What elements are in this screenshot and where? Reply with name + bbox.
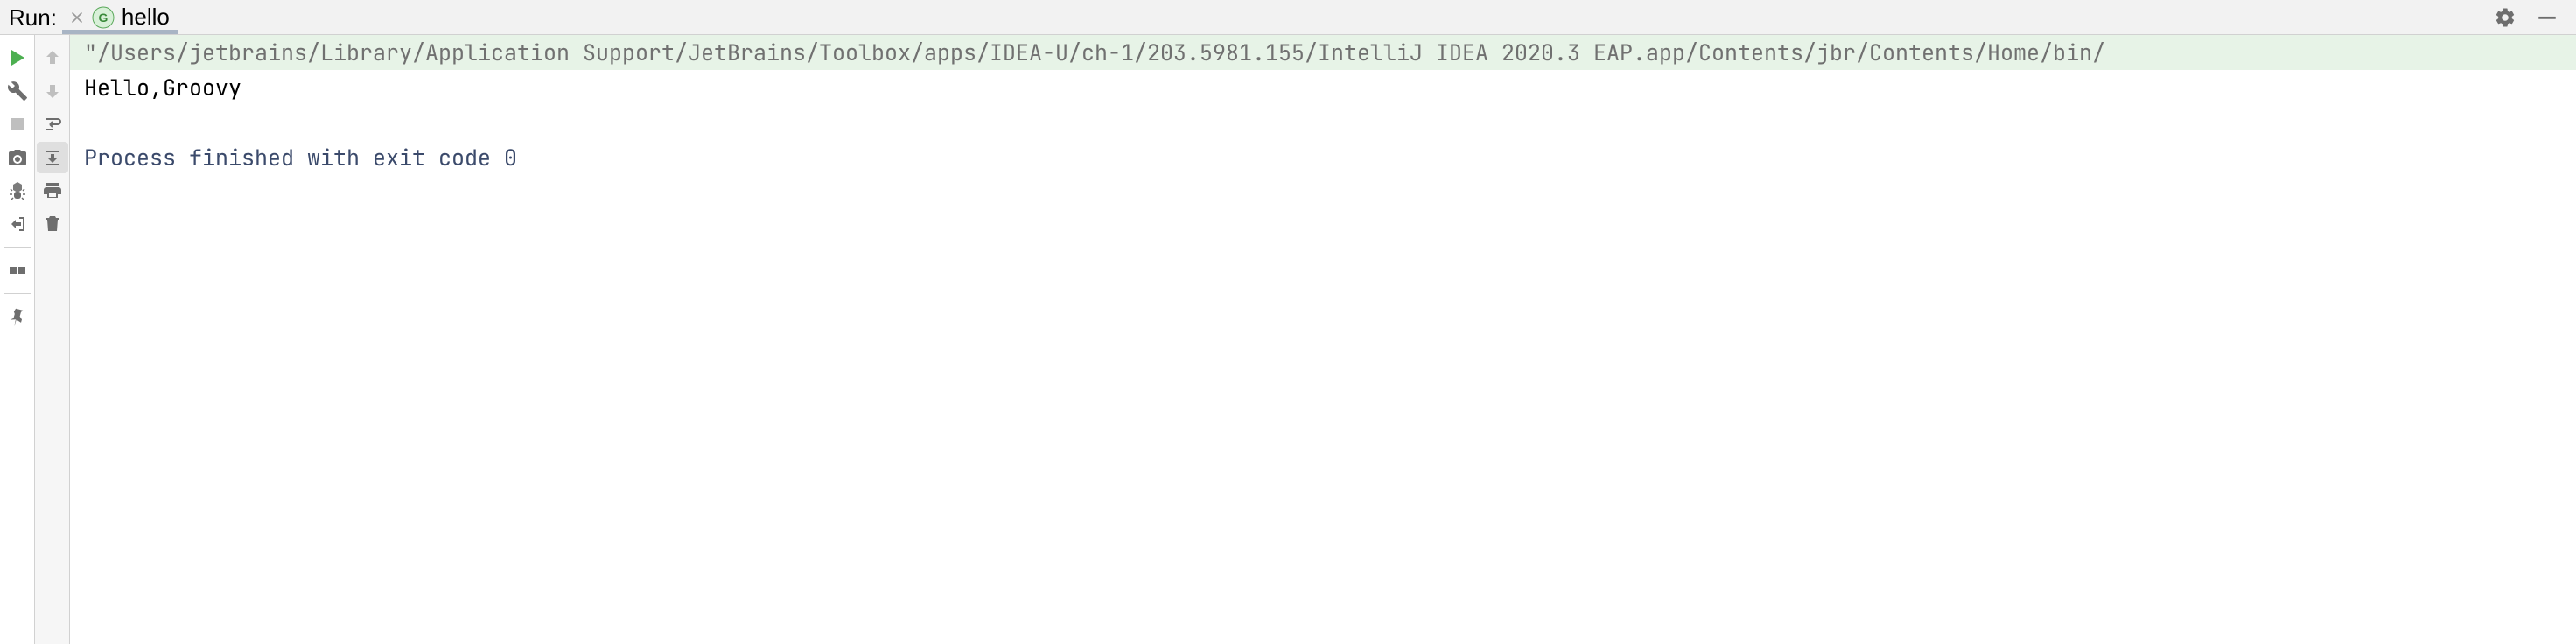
run-tool-window-body: "/Users/jetbrains/Library/Application Su… (0, 35, 2576, 644)
run-tab-hello[interactable]: G hello (62, 0, 178, 34)
gutter-separator (4, 293, 31, 294)
arrow-down-icon[interactable] (37, 75, 68, 107)
gear-icon[interactable] (2492, 4, 2518, 31)
header-actions (2492, 4, 2566, 31)
close-icon[interactable] (67, 8, 87, 27)
console-blank-line (70, 105, 2576, 140)
stop-button[interactable] (2, 108, 33, 140)
gutter-separator (4, 247, 31, 248)
rerun-button[interactable] (2, 42, 33, 74)
build-button[interactable] (2, 75, 33, 107)
primary-action-gutter (0, 35, 35, 644)
layout-button[interactable] (2, 255, 33, 286)
console-stdout-line: Hello,Groovy (70, 70, 2576, 105)
arrow-up-icon[interactable] (37, 42, 68, 74)
exit-button[interactable] (2, 208, 33, 240)
run-tabs: G hello (62, 0, 2492, 34)
trash-icon[interactable] (37, 208, 68, 240)
print-icon[interactable] (37, 175, 68, 206)
pin-button[interactable] (2, 301, 33, 332)
minimize-icon[interactable] (2534, 4, 2560, 31)
dump-threads-button[interactable] (2, 142, 33, 173)
debugger-button[interactable] (2, 175, 33, 206)
secondary-action-gutter (35, 35, 70, 644)
run-tab-label: hello (122, 4, 170, 31)
console-command-line: "/Users/jetbrains/Library/Application Su… (70, 35, 2576, 70)
run-panel-title: Run: (0, 0, 62, 35)
console-exit-line: Process finished with exit code 0 (70, 140, 2576, 175)
run-tool-window-header: Run: G hello (0, 0, 2576, 35)
svg-text:G: G (98, 10, 108, 24)
groovy-icon: G (92, 6, 115, 29)
softwrap-icon[interactable] (37, 108, 68, 140)
scroll-to-end-icon[interactable] (37, 142, 68, 173)
console-output[interactable]: "/Users/jetbrains/Library/Application Su… (70, 35, 2576, 644)
